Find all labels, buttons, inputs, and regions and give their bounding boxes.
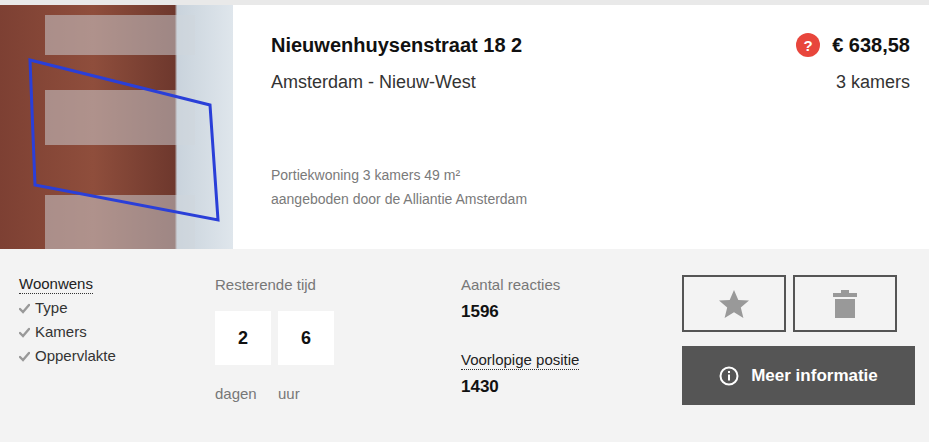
reactions-count: 1596 [461,302,682,322]
icon-buttons [682,275,915,332]
more-info-label[interactable]: Meer informatie [751,366,878,386]
position-label[interactable]: Voorlopige positie [461,351,579,370]
description: Portiekwoning 3 kamers 49 m²aangeboden d… [271,163,910,211]
listing-card[interactable]: Nieuwenhuysenstraat 18 2? € 638,58 Amsterd… [0,5,929,249]
actions: Meer informatie [682,249,929,442]
woonwens-item: Kamers [19,320,215,344]
rooms: 3 kamers [836,72,910,93]
check-icon [19,351,30,362]
woonwens-item-label: Type [35,296,68,320]
favorite-button[interactable] [682,275,786,332]
photo-image [0,5,233,249]
woonwens-section: Woonwens TypeKamersOppervlakte [0,249,215,442]
delete-button[interactable] [793,275,897,332]
offered-by: aangeboden door de Alliantie Amsterdam [271,187,910,211]
trash-icon [833,290,857,318]
check-icon [19,303,30,314]
more-info-button[interactable]: Meer informatie [682,346,915,405]
position-value: 1430 [461,377,682,397]
remaining-time-label: Resterende tijd [215,275,461,295]
location: Amsterdam - Nieuw-West [271,72,476,93]
remaining-time-section: Resterende tijd 2 dagen 6 uur [215,249,461,442]
reactions-label: Aantal reacties [461,275,682,295]
woonwens-list: TypeKamersOppervlakte [19,296,215,368]
woonwens-item-label: Oppervlakte [35,344,116,368]
reactions-section: Aantal reacties 1596 Voorlopige positie 143… [461,249,682,442]
listing-photo [0,5,233,249]
time-value: 2 [215,311,271,365]
time-value: 6 [278,311,334,365]
woonwens-item-label: Kamers [35,320,87,344]
description-text: Portiekwoning 3 kamers 49 m² [271,163,910,187]
position-block: Voorlopige positie 1430 [461,351,682,397]
info-icon [719,366,739,386]
address: Nieuwenhuysenstraat 18 2 [271,34,522,57]
location-row: Amsterdam - Nieuw-West 3 kamers [271,72,910,93]
listing-info: Nieuwenhuysenstraat 18 2? € 638,58 Amsterd… [233,5,929,249]
time-unit: 2 dagen [215,311,271,402]
check-icon [19,327,30,338]
title-row: Nieuwenhuysenstraat 18 2? € 638,58 [271,33,910,57]
time-boxes: 2 dagen 6 uur [215,311,461,402]
time-unit-label: dagen [215,385,271,402]
listing-details: WoonwensTypeKamersOppervlakteResterende … [0,249,929,442]
time-unit-label: uur [278,385,334,402]
star-icon [718,289,750,319]
woonwens-item: Oppervlakte [19,344,215,368]
price-info-badge[interactable]: ? [796,33,820,57]
price: € 638,58 [832,34,910,57]
woonwens-item: Type [19,296,215,320]
woonwens-label[interactable]: Woonwens [19,275,93,294]
price-group: ? € 638,58 [796,33,910,57]
time-unit: 6 uur [278,311,334,402]
